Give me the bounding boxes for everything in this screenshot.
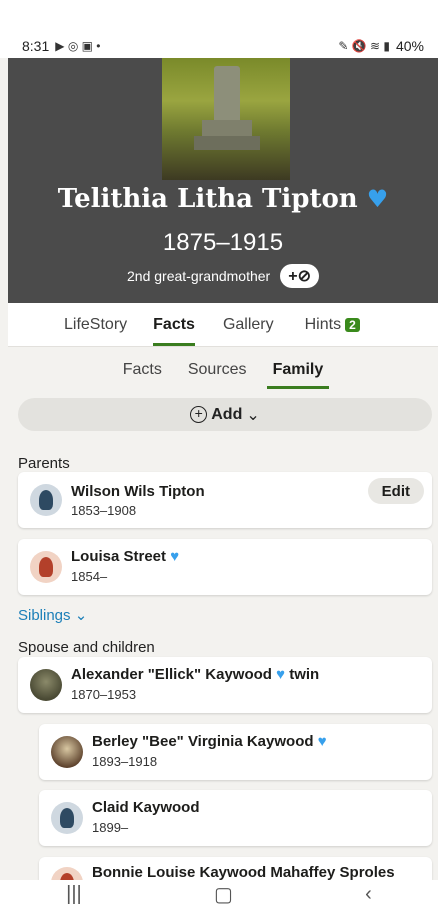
person-name: Wilson Wils Tipton [71,483,205,500]
siblings-toggle[interactable]: Siblings ⌄ [18,606,87,624]
subtab-sources[interactable]: Sources [188,355,247,385]
profile-tabs: LifeStory Facts Gallery Hints 2 [8,303,438,347]
plus-circle-icon: + [190,406,208,423]
edit-button[interactable]: Edit [367,478,424,504]
subtab-facts[interactable]: Facts [123,355,162,385]
male-avatar-icon [51,802,83,834]
add-button[interactable]: + Add ⌄ [18,398,432,431]
profile-name-text: Telithia Litha Tipton [57,184,358,214]
notification-icons: ▶ ◎ ▣ • [55,39,101,53]
person-name: Louisa Street [71,548,167,565]
person-years: 1854– [71,569,108,584]
person-years: 1899– [92,820,129,835]
tab-lifestory[interactable]: LifeStory [64,306,127,344]
signal-icons: ✎ 🔇 ≋ ▮ [338,39,390,53]
person-name: Alexander "Ellick" Kaywood [71,666,272,683]
male-avatar-icon [30,484,62,516]
spouse-photo-avatar [30,669,62,701]
tag-button-label: +⊘ [288,268,311,285]
add-tag-button[interactable]: +⊘ [280,264,319,288]
recent-apps-icon[interactable]: ||| [66,883,82,906]
parent-card-mother[interactable]: Louisa Street ♥ 1854– [18,539,432,595]
profile-photo[interactable] [162,58,290,180]
spouse-card[interactable]: Alexander "Ellick" Kaywood ♥ twin 1870–1… [18,657,432,713]
chevron-down-icon: ⌄ [246,406,260,424]
person-years: 1853–1908 [71,503,137,518]
child-card[interactable]: Berley "Bee" Virginia Kaywood ♥ 1893–191… [39,724,432,780]
chevron-down-icon: ⌄ [74,607,88,624]
female-avatar-icon [30,551,62,583]
facts-subtabs: Facts Sources Family [8,347,438,392]
profile-name: Telithia Litha Tipton ♥ [8,184,438,214]
heart-icon: ♥ [170,548,180,565]
spouse-children-heading: Spouse and children [18,639,155,656]
person-suffix: twin [289,666,320,683]
person-name: Claid Kaywood [92,799,200,816]
person-years: 1893–1918 [92,754,158,769]
home-icon[interactable]: ▢ [214,882,233,907]
tab-facts[interactable]: Facts [153,306,195,346]
heart-icon: ♥ [366,184,389,213]
subtab-family[interactable]: Family [266,355,329,389]
back-icon[interactable]: ‹ [365,883,372,906]
person-years: 1870–1953 [71,687,137,702]
child-photo-avatar [51,736,83,768]
profile-header: Telithia Litha Tipton ♥ 1875–1915 2nd gr… [8,58,438,303]
parent-card-father[interactable]: Wilson Wils Tipton 1853–1908 Edit [18,472,432,528]
tab-hints[interactable]: Hints 2 [305,306,360,344]
relationship-label: 2nd great-grandmother [127,268,271,284]
tab-gallery[interactable]: Gallery [223,306,274,344]
siblings-label: Siblings [18,607,71,624]
person-name-row: Alexander "Ellick" Kaywood ♥ twin [71,666,319,683]
heart-icon: ♥ [276,666,286,683]
child-card[interactable]: Claid Kaywood 1899– [39,790,432,846]
person-name: Bonnie Louise Kaywood Mahaffey Sproles [92,864,395,880]
status-time: 8:31 [22,38,50,54]
person-name: Berley "Bee" Virginia Kaywood [92,733,314,750]
person-name-row: Berley "Bee" Virginia Kaywood ♥ [92,733,327,750]
profile-years: 1875–1915 [162,229,284,256]
child-card[interactable]: Bonnie Louise Kaywood Mahaffey Sproles [39,857,432,880]
female-avatar-icon [51,867,83,880]
system-navigation-bar: ||| ▢ ‹ [0,880,438,909]
heart-icon: ♥ [317,733,327,750]
hints-count-badge: 2 [345,317,360,332]
relationship-row: 2nd great-grandmother +⊘ [8,264,438,288]
battery-level: 40% [395,38,424,54]
tab-hints-label: Hints [304,315,342,333]
parents-heading: Parents [18,455,70,472]
status-bar: 8:31 ▶ ◎ ▣ • ✎ 🔇 ≋ ▮ 40% [0,0,438,58]
add-label: Add [211,405,243,423]
person-name-row: Louisa Street ♥ [71,548,179,565]
